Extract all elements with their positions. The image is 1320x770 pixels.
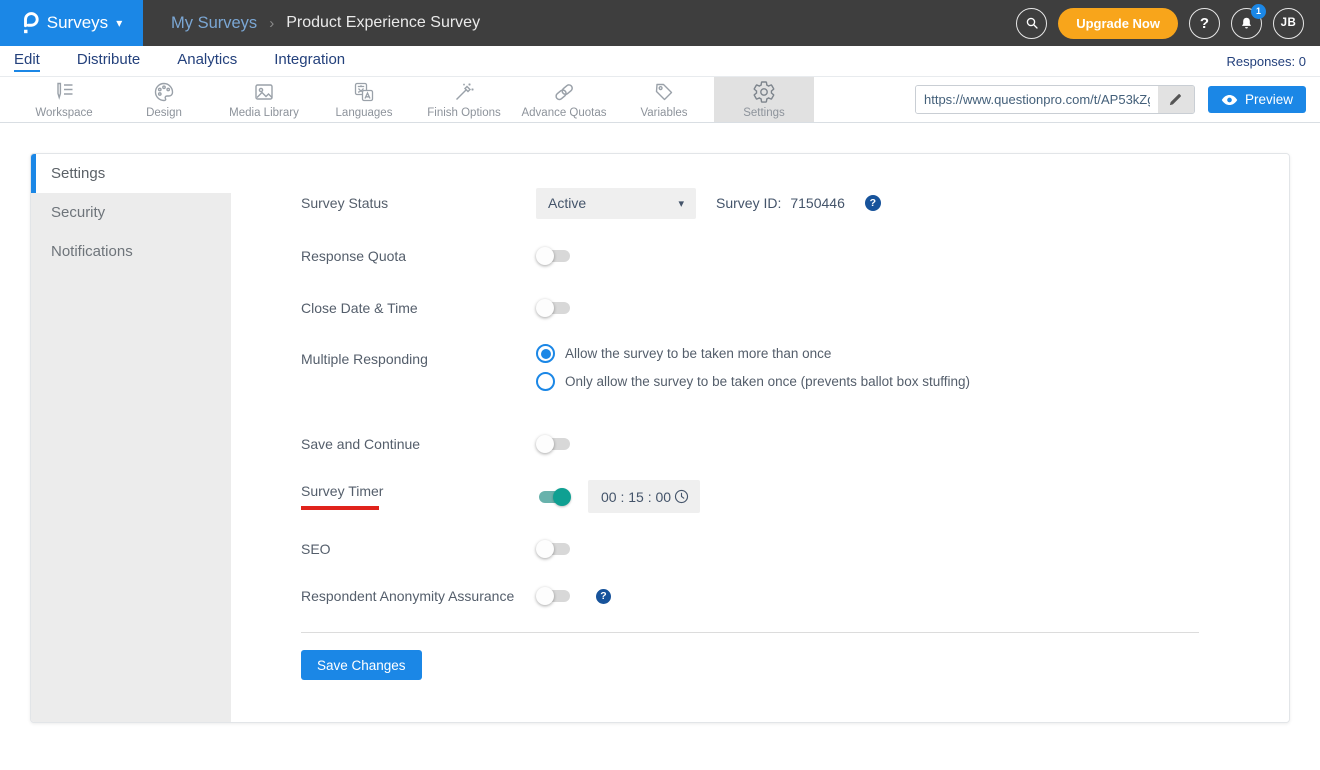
edit-url-button[interactable] — [1157, 86, 1194, 113]
toolbar-item-workspace[interactable]: Workspace — [14, 77, 114, 122]
responses-count: Responses: 0 — [1226, 53, 1307, 69]
save-continue-row: Save and Continue — [301, 428, 1289, 460]
sidebar-item-settings[interactable]: Settings — [31, 154, 231, 193]
survey-title: Product Experience Survey — [286, 14, 481, 31]
toolbar-item-media-library[interactable]: Media Library — [214, 77, 314, 122]
save-continue-label: Save and Continue — [301, 436, 421, 452]
response-quota-label: Response Quota — [301, 248, 407, 264]
settings-panel: Settings Security Notifications Survey S… — [30, 153, 1290, 723]
chain-link-icon — [552, 80, 576, 104]
questionpro-logo-icon — [21, 11, 39, 35]
survey-timer-input[interactable]: 00 : 15 : 00 — [588, 480, 700, 513]
eye-icon — [1221, 94, 1238, 106]
bell-icon — [1239, 15, 1254, 31]
anonymity-toggle[interactable] — [536, 586, 572, 606]
settings-sidebar: Settings Security Notifications — [31, 154, 231, 722]
save-changes-button[interactable]: Save Changes — [301, 650, 422, 680]
anonymity-label: Respondent Anonymity Assurance — [301, 588, 515, 604]
workspace-icon — [52, 80, 76, 104]
sidebar-item-security[interactable]: Security — [31, 193, 231, 232]
settings-main: Survey Status Active ▾ Survey ID: 715044… — [231, 154, 1289, 722]
response-quota-row: Response Quota — [301, 240, 1289, 272]
close-date-label: Close Date & Time — [301, 300, 418, 316]
red-annotation-underline — [301, 506, 379, 510]
toolbar-item-variables[interactable]: Variables — [614, 77, 714, 122]
multiple-responding-label: Multiple Responding — [301, 351, 428, 367]
tab-distribute[interactable]: Distribute — [77, 51, 140, 72]
toolbar-item-finish-options[interactable]: Finish Options — [414, 77, 514, 122]
survey-id-value: 7150446 — [790, 195, 845, 211]
multiple-responding-row: Multiple Responding Allow the survey to … — [301, 344, 1289, 408]
question-mark-icon: ? — [1199, 14, 1210, 32]
chevron-down-icon: ▾ — [678, 197, 684, 210]
notifications-button[interactable]: 1 — [1231, 3, 1266, 39]
response-quota-toggle[interactable] — [536, 246, 572, 266]
survey-url-field — [914, 85, 1195, 114]
gear-icon — [752, 80, 776, 104]
seo-label: SEO — [301, 541, 331, 557]
survey-status-row: Survey Status Active ▾ Survey ID: 715044… — [301, 187, 1289, 219]
toolbar-item-advance-quotas[interactable]: Advance Quotas — [514, 77, 614, 122]
user-avatar[interactable]: JB — [1273, 7, 1304, 39]
breadcrumb-my-surveys[interactable]: My Surveys — [171, 14, 257, 33]
search-button[interactable] — [1016, 7, 1048, 39]
close-date-row: Close Date & Time — [301, 292, 1289, 324]
toolbar-item-languages[interactable]: Languages — [314, 77, 414, 122]
image-icon — [252, 80, 276, 104]
surveys-product-menu[interactable]: Surveys ▾ — [0, 0, 143, 46]
anonymity-row: Respondent Anonymity Assurance ? — [301, 580, 1289, 612]
survey-status-label: Survey Status — [301, 195, 389, 211]
seo-toggle[interactable] — [536, 539, 572, 559]
section-divider — [301, 632, 1199, 633]
translate-icon — [352, 80, 376, 104]
survey-id-help-icon[interactable]: ? — [864, 195, 881, 211]
magic-wand-icon — [452, 80, 476, 104]
breadcrumb-separator: › — [269, 14, 275, 32]
tab-integration[interactable]: Integration — [274, 51, 345, 72]
survey-timer-row: Survey Timer 00 : 15 : 00 — [301, 480, 1289, 513]
tab-edit[interactable]: Edit — [14, 51, 40, 72]
tab-nav: Edit Distribute Analytics Integration Re… — [0, 46, 1320, 77]
survey-timer-label: Survey Timer — [301, 483, 384, 499]
radio-allow-once[interactable]: Only allow the survey to be taken once (… — [536, 372, 970, 391]
help-button[interactable]: ? — [1189, 7, 1220, 39]
product-name: Surveys — [46, 13, 109, 32]
topbar-actions: Upgrade Now ? 1 JB — [1016, 0, 1320, 46]
survey-url-input[interactable] — [915, 86, 1158, 113]
radio-button[interactable] — [536, 372, 555, 391]
clock-icon — [673, 488, 690, 505]
upgrade-now-button[interactable]: Upgrade Now — [1058, 7, 1178, 39]
seo-row: SEO — [301, 533, 1289, 565]
chevron-down-icon: ▾ — [116, 16, 123, 30]
search-icon — [1024, 15, 1040, 31]
anonymity-help-icon[interactable]: ? — [596, 588, 611, 604]
survey-toolbar: Workspace Design Media Library Languages… — [0, 77, 1320, 123]
pencil-icon — [1168, 92, 1183, 107]
topbar: Surveys ▾ My Surveys › Product Experienc… — [0, 0, 1320, 46]
close-date-toggle[interactable] — [536, 298, 572, 318]
breadcrumb: My Surveys › Product Experience Survey — [171, 0, 1016, 46]
toolbar-item-settings[interactable]: Settings — [714, 77, 814, 122]
palette-icon — [152, 80, 176, 104]
preview-button[interactable]: Preview — [1207, 86, 1306, 113]
radio-allow-multiple[interactable]: Allow the survey to be taken more than o… — [536, 344, 970, 363]
tab-analytics[interactable]: Analytics — [177, 51, 237, 72]
save-continue-toggle[interactable] — [536, 434, 572, 454]
survey-status-select[interactable]: Active ▾ — [536, 187, 696, 219]
sidebar-item-notifications[interactable]: Notifications — [31, 232, 231, 271]
survey-timer-value: 00 : 15 : 00 — [601, 488, 672, 505]
toolbar-item-design[interactable]: Design — [114, 77, 214, 122]
radio-button[interactable] — [536, 344, 555, 363]
tag-icon — [652, 80, 676, 104]
survey-status-value: Active — [548, 195, 587, 211]
survey-timer-toggle[interactable] — [536, 487, 572, 507]
notification-badge: 1 — [1251, 3, 1266, 19]
survey-id-label: Survey ID: — [716, 195, 782, 211]
